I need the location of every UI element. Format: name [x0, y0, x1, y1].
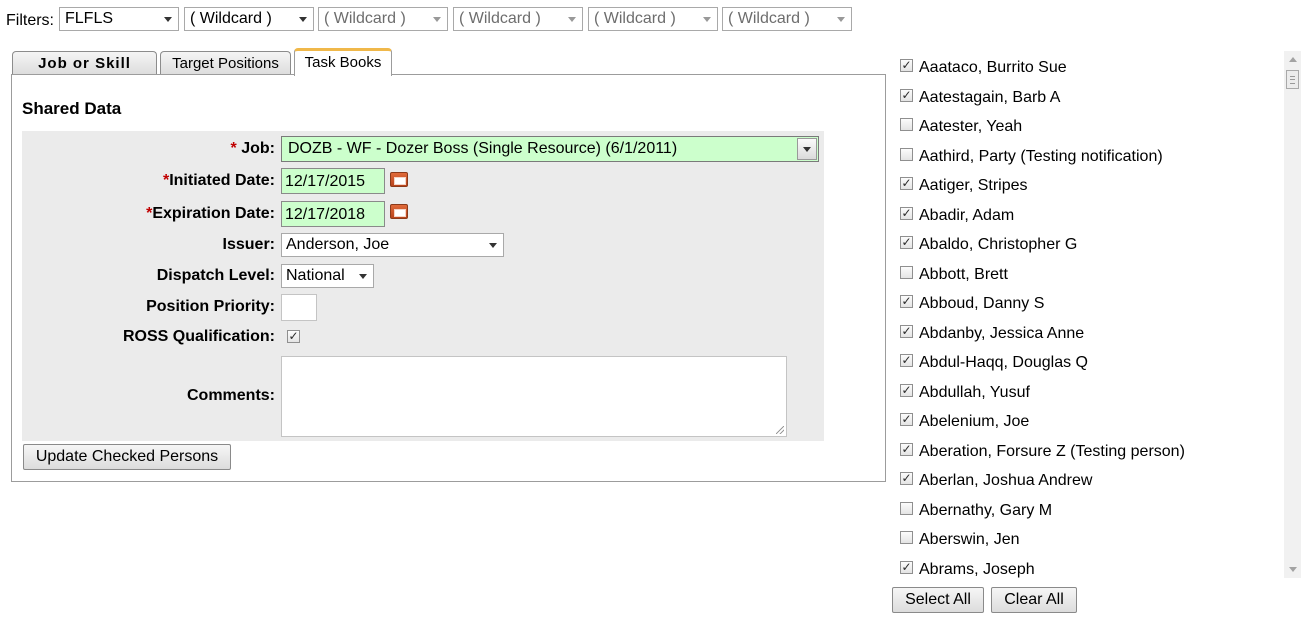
calendar-icon[interactable] — [390, 172, 408, 187]
tab-job-or-skill[interactable]: Job or Skill — [12, 51, 157, 75]
person-checkbox[interactable]: ✓ — [900, 442, 913, 456]
tab-target-positions[interactable]: Target Positions — [160, 51, 291, 75]
expiration-date-label-text: Expiration Date: — [152, 205, 275, 222]
person-name: Abdullah, Yusuf — [919, 383, 1030, 401]
person-checkbox[interactable] — [900, 531, 913, 544]
expiration-date-label: *Expiration Date: — [146, 205, 275, 223]
filter-select-2-value: ( Wildcard ) — [190, 10, 272, 27]
person-name: Abbott, Brett — [919, 265, 1008, 283]
filter-select-4-value: ( Wildcard ) — [459, 10, 541, 27]
chevron-down-icon — [433, 17, 441, 22]
clear-all-button[interactable]: Clear All — [991, 587, 1077, 613]
job-select[interactable]: DOZB - WF - Dozer Boss (Single Resource)… — [281, 136, 819, 162]
select-all-button[interactable]: Select All — [892, 587, 984, 613]
filter-select-2[interactable]: ( Wildcard ) — [184, 7, 314, 31]
position-priority-label: Position Priority: — [146, 298, 275, 315]
person-checkbox[interactable]: ✓ — [900, 236, 913, 249]
issuer-select[interactable]: Anderson, Joe — [281, 233, 504, 257]
dispatch-level-label: Dispatch Level: — [156, 267, 275, 284]
person-name: Aathird, Party (Testing notification) — [919, 147, 1163, 165]
job-label-text: Job: — [241, 140, 275, 157]
filter-select-1[interactable]: FLFLS — [59, 7, 179, 31]
section-title: Shared Data — [22, 99, 122, 118]
person-checkbox[interactable] — [900, 501, 913, 515]
calendar-icon[interactable] — [390, 204, 408, 219]
filter-select-5-value: ( Wildcard ) — [594, 10, 676, 27]
chevron-down-icon — [359, 274, 367, 279]
position-priority-input[interactable] — [281, 294, 317, 321]
filter-select-6-value: ( Wildcard ) — [728, 10, 810, 27]
filter-select-5[interactable]: ( Wildcard ) — [588, 7, 718, 31]
issuer-label: Issuer: — [222, 236, 275, 253]
initiated-date-label-text: Initiated Date: — [169, 172, 275, 189]
person-checkbox[interactable]: ✓ — [900, 206, 913, 220]
person-name: Aberation, Forsure Z (Testing person) — [919, 442, 1185, 460]
person-name: Aberlan, Joshua Andrew — [919, 472, 1093, 489]
job-label: * Job: — [231, 140, 275, 158]
initiated-date-input[interactable]: 12/17/2015 — [281, 168, 385, 194]
person-name: Abernathy, Gary M — [919, 501, 1053, 519]
person-name: Abdul-Haqq, Douglas Q — [919, 354, 1088, 371]
filter-select-3-value: ( Wildcard ) — [324, 10, 406, 27]
person-checkbox[interactable]: ✓ — [900, 472, 913, 485]
tab-task-books[interactable]: Task Books — [294, 48, 392, 76]
person-checkbox[interactable] — [900, 118, 913, 131]
person-checkbox[interactable] — [900, 265, 913, 279]
person-checkbox[interactable]: ✓ — [900, 354, 913, 367]
person-name: Abboud, Danny S — [919, 295, 1045, 312]
person-checkbox[interactable]: ✓ — [900, 324, 913, 338]
comments-label: Comments: — [186, 387, 275, 404]
person-checkbox[interactable]: ✓ — [900, 383, 913, 397]
scroll-up-arrow-icon[interactable] — [1289, 57, 1297, 62]
scroll-down-arrow-icon[interactable] — [1289, 567, 1297, 572]
person-checkbox[interactable]: ✓ — [900, 295, 913, 308]
filter-select-4[interactable]: ( Wildcard ) — [453, 7, 583, 31]
issuer-select-value: Anderson, Joe — [286, 236, 390, 253]
expiration-date-input[interactable]: 12/17/2018 — [281, 201, 385, 227]
person-checkbox[interactable]: ✓ — [900, 88, 913, 102]
person-name: Aberswin, Jen — [919, 531, 1020, 548]
chevron-down-icon — [299, 17, 307, 22]
chevron-down-icon — [837, 17, 845, 22]
chevron-down-icon — [568, 17, 576, 22]
filters-label: Filters: — [6, 12, 54, 29]
chevron-down-icon[interactable] — [797, 138, 817, 160]
chevron-down-icon — [703, 17, 711, 22]
required-marker: * — [230, 140, 237, 157]
job-select-value: DOZB - WF - Dozer Boss (Single Resource)… — [288, 140, 678, 157]
ross-qualification-checkbox[interactable]: ✓ — [287, 330, 300, 343]
person-checkbox[interactable]: ✓ — [900, 413, 913, 426]
person-checkbox[interactable]: ✓ — [900, 59, 913, 72]
dispatch-level-select-value: National — [286, 267, 345, 284]
person-name: Aatestagain, Barb A — [919, 88, 1061, 106]
person-name: Abadir, Adam — [919, 206, 1015, 224]
initiated-date-label: *Initiated Date: — [163, 172, 275, 190]
person-name: Aatester, Yeah — [919, 118, 1023, 135]
update-checked-persons-button[interactable]: Update Checked Persons — [23, 444, 231, 470]
person-checkbox[interactable]: ✓ — [900, 177, 913, 190]
filter-select-3[interactable]: ( Wildcard ) — [318, 7, 448, 31]
scrollbar-thumb[interactable] — [1286, 70, 1299, 89]
person-checkbox[interactable] — [900, 147, 913, 161]
filter-select-6[interactable]: ( Wildcard ) — [722, 7, 852, 31]
chevron-down-icon — [164, 17, 172, 22]
person-name: Abdanby, Jessica Anne — [919, 324, 1085, 342]
dispatch-level-select[interactable]: National — [281, 264, 374, 288]
person-name: Abrams, Joseph — [919, 560, 1035, 578]
person-name: Aatiger, Stripes — [919, 177, 1028, 194]
person-name: Abaldo, Christopher G — [919, 236, 1078, 253]
people-list[interactable]: ✓ Aaataco, Burrito Sue ✓ Aatestagain, Barb … — [896, 51, 1284, 578]
resize-grip-icon[interactable] — [776, 426, 784, 434]
people-list-scrollbar[interactable] — [1284, 51, 1301, 578]
person-checkbox[interactable]: ✓ — [900, 560, 913, 574]
filter-select-1-value: FLFLS — [65, 10, 114, 27]
person-name: Abelenium, Joe — [919, 413, 1030, 430]
ross-qualification-label: ROSS Qualification: — [122, 328, 275, 345]
person-name: Aaataco, Burrito Sue — [919, 59, 1067, 76]
chevron-down-icon — [489, 243, 497, 248]
comments-textarea[interactable] — [281, 356, 787, 437]
